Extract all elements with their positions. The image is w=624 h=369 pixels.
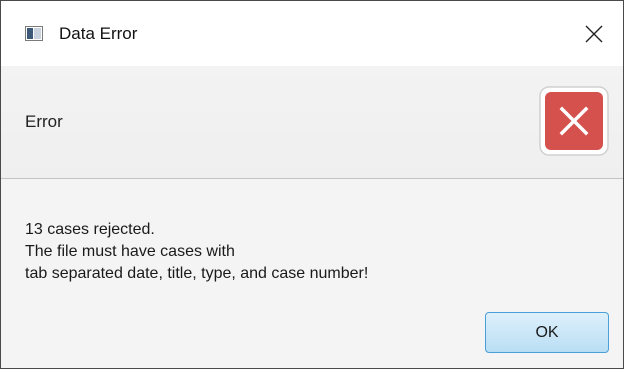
dialog-header: Error <box>1 66 623 179</box>
content-line-1: 13 cases rejected. <box>25 221 155 238</box>
ok-button[interactable]: OK <box>485 312 609 353</box>
content-line-2: The file must have cases with <box>25 243 235 260</box>
header-text: Error <box>25 112 63 131</box>
close-button[interactable] <box>567 1 623 66</box>
error-icon <box>539 86 609 156</box>
app-icon <box>25 26 43 41</box>
dialog-content: 13 cases rejected. The file must have ca… <box>25 219 368 285</box>
title-bar[interactable]: Data Error <box>1 1 623 66</box>
window-title: Data Error <box>59 24 138 43</box>
content-line-3: tab separated date, title, type, and cas… <box>25 265 369 282</box>
dialog-window: Data Error Error 13 cases rejected. The … <box>0 0 624 369</box>
close-icon <box>585 25 603 43</box>
